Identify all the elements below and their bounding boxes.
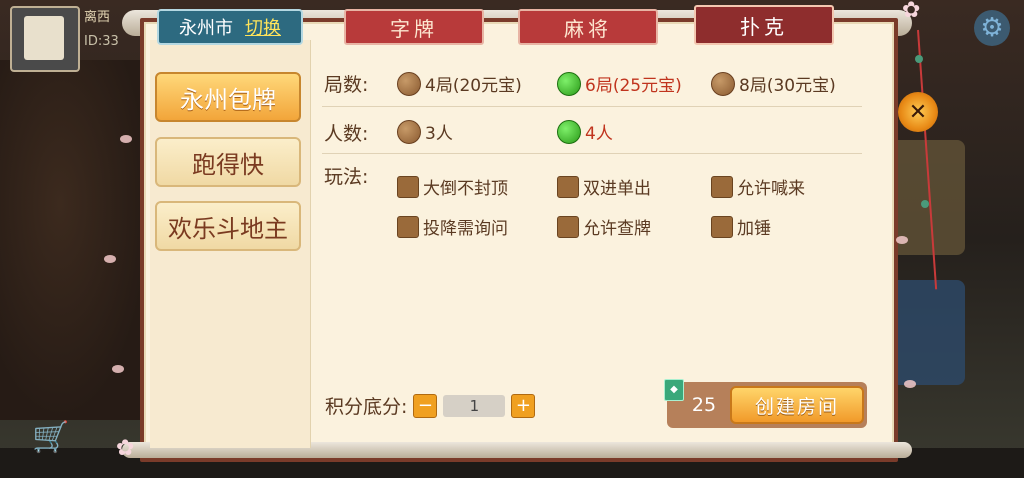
cart-icon[interactable]: 🛒 [32, 420, 82, 460]
bead-decoration [921, 200, 929, 208]
player-id: ID:33 [84, 34, 119, 49]
rounds-label: 局数: [324, 74, 369, 96]
players-label: 人数: [324, 123, 369, 145]
rule-option[interactable]: 允许喊来 [711, 174, 805, 199]
create-room-button[interactable]: 创建房间 [730, 386, 864, 424]
rule-option-label: 双进单出 [583, 179, 651, 199]
rounds-option-label: 4局(20元宝) [425, 76, 522, 96]
players-option-3[interactable]: 3人 [397, 119, 453, 144]
rules-label: 玩法: [324, 166, 369, 188]
city-switch-link[interactable]: 切换 [245, 14, 281, 40]
players-option-label: 4人 [585, 124, 613, 144]
rule-option[interactable]: 投降需询问 [397, 214, 508, 239]
checkbox [397, 175, 419, 198]
city-name: 永州市 [179, 18, 233, 39]
rule-option-label: 允许查牌 [583, 219, 651, 239]
checkbox [711, 175, 733, 198]
checkbox [397, 215, 419, 238]
background-room-panel [890, 280, 965, 385]
bead-decoration [915, 55, 923, 63]
avatar[interactable] [10, 6, 80, 72]
close-icon[interactable]: ✕ [898, 92, 938, 132]
radio-selected-icon [557, 119, 581, 144]
player-name: 离西 [84, 10, 111, 25]
checkbox [557, 175, 579, 198]
players-option-4[interactable]: 4人 [557, 119, 613, 144]
background-tree [0, 60, 150, 420]
minus-button[interactable]: − [413, 393, 438, 418]
petal-decoration [896, 236, 908, 244]
rule-option-label: 允许喊来 [737, 179, 805, 199]
plus-button[interactable]: + [511, 393, 536, 418]
score-stepper: 积分底分: − 1 + [325, 392, 536, 419]
rule-option[interactable]: 允许查牌 [557, 214, 651, 239]
gem-icon: ◆ [664, 379, 684, 401]
tab-mahjong[interactable]: 麻将 [518, 9, 658, 45]
rule-option-label: 大倒不封顶 [423, 179, 508, 199]
rule-option[interactable]: 加锤 [711, 214, 771, 239]
rounds-option-8[interactable]: 8局(30元宝) [711, 71, 836, 96]
rule-option[interactable]: 大倒不封顶 [397, 174, 508, 199]
rounds-option-6[interactable]: 6局(25元宝) [557, 71, 682, 96]
category-yongzhou-baopai[interactable]: 永州包牌 [155, 72, 301, 122]
checkbox [711, 215, 733, 238]
divider [322, 106, 862, 107]
category-doudizhu[interactable]: 欢乐斗地主 [155, 201, 301, 251]
divider [322, 153, 862, 154]
rule-option-label: 加锤 [737, 219, 771, 239]
petal-decoration [104, 255, 116, 263]
tab-zipai[interactable]: 字牌 [344, 9, 484, 45]
rounds-option-label: 6局(25元宝) [585, 76, 682, 96]
petal-decoration [120, 135, 132, 143]
flower-decoration: ✿ [902, 0, 921, 23]
flower-decoration: ✿ [116, 436, 135, 461]
avatar-tile [24, 16, 64, 60]
rule-option[interactable]: 双进单出 [557, 174, 651, 199]
score-label: 积分底分: [325, 396, 408, 418]
city-selector: 永州市 切换 [157, 9, 303, 45]
radio-selected-icon [557, 71, 581, 96]
checkbox [557, 215, 579, 238]
petal-decoration [904, 380, 916, 388]
rule-option-label: 投降需询问 [423, 219, 508, 239]
players-option-label: 3人 [425, 124, 453, 144]
radio-icon [397, 71, 421, 96]
room-cost: 25 [691, 394, 717, 416]
petal-decoration [112, 365, 124, 373]
radio-icon [397, 119, 421, 144]
category-paodekuai[interactable]: 跑得快 [155, 137, 301, 187]
rounds-option-4[interactable]: 4局(20元宝) [397, 71, 522, 96]
radio-icon [711, 71, 735, 96]
tab-poker[interactable]: 扑克 [694, 5, 834, 45]
gear-icon[interactable]: ⚙ [974, 10, 1010, 46]
rounds-option-label: 8局(30元宝) [739, 76, 836, 96]
score-value[interactable]: 1 [443, 394, 506, 417]
